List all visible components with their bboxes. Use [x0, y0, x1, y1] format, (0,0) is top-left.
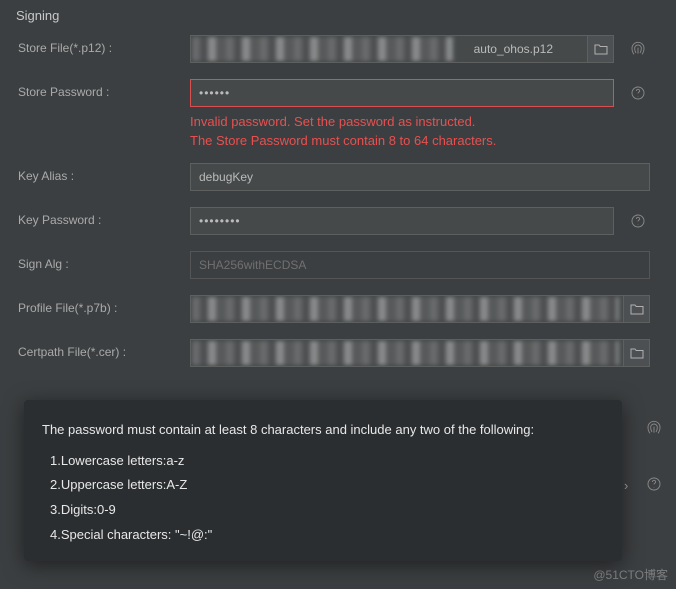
signing-section: Signing Store File(*.p12) : — [0, 0, 676, 371]
label-key-alias: Key Alias : — [12, 163, 190, 183]
chevron-right-icon: › — [624, 478, 628, 493]
label-sign-alg: Sign Alg : — [12, 251, 190, 271]
row-store-password: Store Password : Invalid password. Set t… — [12, 79, 664, 151]
folder-icon — [630, 347, 644, 359]
row-store-file: Store File(*.p12) : — [12, 35, 664, 67]
row-key-password: Key Password : — [12, 207, 664, 239]
store-file-input-group[interactable] — [190, 35, 614, 63]
label-certpath-file: Certpath File(*.cer) : — [12, 339, 190, 359]
tooltip-item-4: 4.Special characters: "~!@:" — [42, 523, 604, 548]
row-certpath-file: Certpath File(*.cer) : — [12, 339, 664, 371]
row-profile-file: Profile File(*.p7b) : — [12, 295, 664, 327]
store-password-error: Invalid password. Set the password as in… — [190, 113, 650, 151]
browse-profile-file-button[interactable] — [623, 296, 649, 322]
help-icon[interactable]: › — [642, 476, 666, 492]
store-password-input[interactable] — [190, 79, 614, 107]
certpath-file-input-group[interactable] — [190, 339, 650, 367]
label-profile-file: Profile File(*.p7b) : — [12, 295, 190, 315]
help-icon[interactable] — [626, 213, 650, 229]
row-sign-alg: Sign Alg : — [12, 251, 664, 283]
password-requirements-tooltip: The password must contain at least 8 cha… — [24, 400, 622, 561]
key-alias-input[interactable] — [190, 163, 650, 191]
label-store-file: Store File(*.p12) : — [12, 35, 190, 55]
section-title: Signing — [12, 8, 664, 23]
key-password-input[interactable] — [190, 207, 614, 235]
tooltip-item-3: 3.Digits:0-9 — [42, 498, 604, 523]
folder-icon — [594, 43, 608, 55]
label-key-password: Key Password : — [12, 207, 190, 227]
error-line-2: The Store Password must contain 8 to 64 … — [190, 132, 650, 151]
profile-file-input-group[interactable] — [190, 295, 650, 323]
browse-store-file-button[interactable] — [587, 36, 613, 62]
browse-certpath-file-button[interactable] — [623, 340, 649, 366]
sign-alg-input — [190, 251, 650, 279]
tooltip-item-2: 2.Uppercase letters:A-Z — [42, 473, 604, 498]
fingerprint-icon[interactable] — [626, 41, 650, 57]
error-line-1: Invalid password. Set the password as in… — [190, 113, 650, 132]
fingerprint-icon[interactable] — [642, 420, 666, 436]
watermark: @51CTO博客 — [593, 566, 668, 583]
row-key-alias: Key Alias : — [12, 163, 664, 195]
help-icon[interactable] — [626, 85, 650, 101]
tooltip-title: The password must contain at least 8 cha… — [42, 418, 604, 443]
folder-icon — [630, 303, 644, 315]
label-store-password: Store Password : — [12, 79, 190, 99]
tooltip-item-1: 1.Lowercase letters:a-z — [42, 449, 604, 474]
